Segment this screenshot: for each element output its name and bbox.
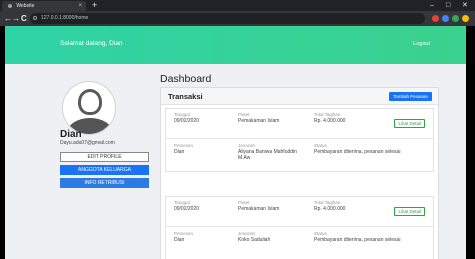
total-value: Rp. 4.000.000 (314, 118, 346, 124)
page-title: Dashboard (160, 73, 212, 85)
close-window-icon[interactable]: ✕ (462, 0, 468, 11)
status-cell: Status Pembayaran diterima, pesanan sele… (314, 231, 429, 243)
tab-title: Website (16, 3, 35, 9)
package-cell: Paket Pemakaman Islam (238, 200, 279, 212)
avatar-head (78, 89, 102, 115)
transaction-item: Tanggal 09/02/2020 Paket Pemakaman Islam… (165, 196, 434, 259)
reload-icon[interactable]: C (21, 12, 27, 25)
logout-link[interactable]: Logout (413, 41, 430, 47)
total-cell: Total Tagihan Rp. 4.000.000 (314, 112, 345, 124)
welcome-text: Selamat datang, Dian (60, 40, 123, 47)
minimize-icon[interactable]: – (430, 0, 434, 11)
total-label: Total Tagihan (314, 200, 341, 205)
customer-value: Dian (174, 149, 185, 155)
avatar (62, 81, 116, 135)
transactions-card: Transaksi Tambah Pesanan Tanggal 09/02/2… (160, 87, 439, 259)
status-cell: Status Pembayaran diterima, pesanan sele… (314, 143, 429, 155)
transaction-item: Tanggal 09/02/2020 Paket Pemakaman Islam… (165, 108, 434, 172)
info-icon (33, 16, 37, 20)
customer-cell: Pemesan Dian (174, 231, 193, 243)
view-detail-button[interactable]: Lihat Detail (394, 119, 425, 128)
date-value: 09/02/2020 (174, 206, 200, 212)
maximize-icon[interactable]: □ (446, 0, 450, 11)
card-title: Transaksi (168, 92, 203, 101)
back-icon[interactable]: ← (4, 12, 12, 25)
total-value: Rp. 4.000.000 (314, 206, 346, 212)
profile-name: Dian (60, 129, 82, 140)
url-text: 127.0.0.1:8000/home (41, 15, 89, 21)
transaction-detail-row: Pemesan Dian Jenazah Aliyana Baniwa Mahf… (166, 138, 433, 171)
package-label: Paket (238, 112, 250, 117)
edit-profile-button[interactable]: EDIT PROFILE (60, 152, 149, 162)
customer-label: Pemesan (174, 231, 194, 236)
package-value: Pemakaman Islam (238, 206, 280, 212)
date-label: Tanggal (174, 112, 190, 117)
favicon-icon (8, 3, 12, 8)
forward-icon[interactable]: → (12, 12, 20, 25)
extension-icon[interactable] (452, 15, 459, 22)
profile-icon[interactable] (462, 15, 469, 22)
recipient-value: Aliyana Baniwa Mahfuddin M.Aw (238, 149, 297, 161)
browser-tab-bar: Website × + – □ ✕ (0, 0, 475, 11)
card-header: Transaksi Tambah Pesanan (161, 88, 438, 105)
recipient-label: Jenazah (238, 143, 256, 148)
total-label: Total Tagihan (314, 112, 341, 117)
status-label: Status (314, 231, 327, 236)
extension-icon[interactable] (442, 15, 449, 22)
transaction-summary-row: Tanggal 09/02/2020 Paket Pemakaman Islam… (166, 112, 433, 136)
info-retribusi-button[interactable]: INFO RETRIBUSI (60, 178, 149, 188)
package-value: Pemakaman Islam (238, 118, 280, 124)
top-navbar: Selamat datang, Dian Logout (5, 26, 466, 64)
recipient-cell: Jenazah Koko Saduliah (238, 231, 300, 243)
customer-label: Pemesan (174, 143, 194, 148)
customer-cell: Pemesan Dian (174, 143, 193, 155)
profile-email: Dayu.adu07@gmail.com (60, 140, 115, 146)
total-cell: Total Tagihan Rp. 4.000.000 (314, 200, 345, 212)
transaction-detail-row: Pemesan Dian Jenazah Koko Saduliah Statu… (166, 226, 433, 259)
recipient-cell: Jenazah Aliyana Baniwa Mahfuddin M.Aw (238, 143, 300, 161)
view-detail-button[interactable]: Lihat Detail (394, 207, 425, 216)
customer-value: Dian (174, 237, 185, 243)
recipient-label: Jenazah (238, 231, 256, 236)
status-value: Pembayaran diterima, pesanan selesai (314, 237, 401, 243)
status-value: Pembayaran diterima, pesanan selesai (314, 149, 401, 155)
transaction-summary-row: Tanggal 09/02/2020 Paket Pemakaman Islam… (166, 200, 433, 224)
date-cell: Tanggal 09/02/2020 (174, 200, 199, 212)
anggota-keluarga-button[interactable]: ANGGOTA KELUARGA (60, 165, 149, 175)
recipient-value: Koko Saduliah (238, 237, 271, 243)
date-value: 09/02/2020 (174, 118, 200, 124)
address-bar: ← → C 127.0.0.1:8000/home (0, 11, 475, 26)
new-tab-button[interactable]: + (92, 0, 97, 11)
package-cell: Paket Pemakaman Islam (238, 112, 279, 124)
date-label: Tanggal (174, 200, 190, 205)
browser-tab[interactable]: Website × (2, 1, 86, 11)
extension-icon[interactable] (432, 15, 439, 22)
tab-close-icon[interactable]: × (78, 1, 82, 11)
date-cell: Tanggal 09/02/2020 (174, 112, 199, 124)
url-input[interactable]: 127.0.0.1:8000/home (30, 13, 425, 24)
new-order-button[interactable]: Tambah Pesanan (388, 92, 432, 101)
status-label: Status (314, 143, 327, 148)
page: Selamat datang, Dian Logout Dian Dayu.ad… (5, 26, 466, 259)
package-label: Paket (238, 200, 250, 205)
